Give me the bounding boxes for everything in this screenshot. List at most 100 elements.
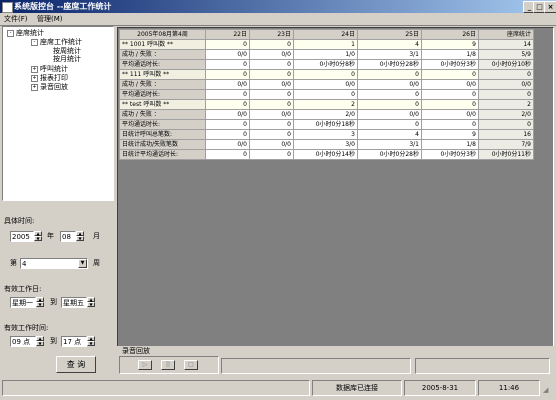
month-spinner[interactable]: ▲ ▼ (76, 231, 84, 242)
tree-node-weekly[interactable]: 按周统计 (53, 47, 81, 55)
table-cell[interactable]: 1 (293, 39, 358, 50)
play-icon[interactable]: ▷ (138, 360, 152, 370)
table-cell[interactable]: 0 (205, 39, 250, 50)
table-cell[interactable]: 0 (205, 99, 250, 110)
table-cell[interactable]: 16 (478, 129, 534, 140)
table-row[interactable]: 成功 / 失败 ： 0/0 0/0 2/0 0/0 0/0 2/0 (119, 109, 534, 120)
table-cell[interactable]: 0 (421, 99, 479, 110)
table-cell[interactable]: 2/0 (293, 109, 358, 120)
down-arrow-icon[interactable]: ▼ (87, 341, 95, 346)
table-cell[interactable]: 0/0 (421, 109, 479, 120)
table-cell[interactable]: 0 (421, 89, 479, 100)
table-cell[interactable]: 0 (357, 69, 422, 80)
table-cell[interactable]: 0 (249, 129, 294, 140)
down-arrow-icon[interactable]: ▼ (34, 236, 42, 241)
stats-grid[interactable]: 2005年08月第4周 22日 23日 24日 25日 26日 座席统计 ** 1001 呼叫… (117, 27, 554, 364)
workday-to-spinner[interactable]: ▲ ▼ (87, 297, 95, 308)
tree-node-agent-work[interactable]: - 座席工作统计 (31, 38, 82, 46)
table-cell[interactable]: 0 (205, 119, 250, 130)
table-cell[interactable]: 0/0 (357, 79, 422, 90)
table-cell[interactable]: 0 (249, 89, 294, 100)
workday-from-field[interactable]: 星期一 (10, 297, 36, 308)
table-cell[interactable]: 0小时0分8秒 (293, 59, 358, 70)
table-cell[interactable]: 0 (249, 149, 294, 160)
table-cell[interactable]: 1/8 (421, 49, 479, 60)
row-label[interactable]: 成功 / 失败 ： (119, 109, 206, 120)
table-cell[interactable]: 0 (357, 99, 422, 110)
table-cell[interactable]: 0小时0分14秒 (293, 149, 358, 160)
tree-node-report-print[interactable]: + 报表打印 (31, 74, 68, 82)
tree-node-monthly[interactable]: 按月统计 (53, 55, 81, 63)
table-cell[interactable]: 0/0 (249, 49, 294, 60)
table-cell[interactable]: 9 (421, 129, 479, 140)
close-button[interactable]: × (544, 1, 556, 13)
tree-root[interactable]: - 座席统计 (7, 29, 44, 37)
table-cell[interactable]: 0 (421, 119, 479, 130)
collapse-icon[interactable]: - (7, 29, 14, 37)
collapse-icon[interactable]: - (31, 38, 38, 46)
table-cell[interactable]: 0 (478, 69, 534, 80)
table-cell[interactable]: 0 (249, 59, 294, 70)
table-cell[interactable]: 5/9 (478, 49, 534, 60)
column-header[interactable]: 2005年08月第4周 (119, 29, 206, 40)
pause-icon[interactable]: || (161, 360, 175, 370)
table-cell[interactable]: 0小时0分28秒 (357, 149, 422, 160)
down-arrow-icon[interactable]: ▼ (36, 341, 44, 346)
row-label[interactable]: 平均通话时长: (119, 89, 206, 100)
row-label[interactable]: ** 1001 呼叫数 ** (119, 39, 206, 50)
table-cell[interactable]: 0/0 (205, 109, 250, 120)
menu-manage[interactable]: 管理(M) (37, 14, 63, 24)
table-cell[interactable]: 2 (478, 99, 534, 110)
table-cell[interactable]: 0 (357, 89, 422, 100)
table-cell[interactable]: 0/0 (249, 79, 294, 90)
table-row[interactable]: ** 1001 呼叫数 ** 0 0 1 4 9 14 (119, 39, 534, 50)
table-cell[interactable]: 0 (293, 89, 358, 100)
table-row[interactable]: 日统计呼叫总笔数: 0 0 3 4 9 16 (119, 129, 534, 140)
table-cell[interactable]: 0 (249, 119, 294, 130)
table-cell[interactable]: 3/1 (357, 139, 422, 150)
year-field[interactable]: 2005 (10, 231, 34, 242)
table-cell[interactable]: 0 (478, 119, 534, 130)
table-cell[interactable]: 0/0 (293, 79, 358, 90)
table-cell[interactable]: 0/0 (205, 79, 250, 90)
table-cell[interactable]: 1/8 (421, 139, 479, 150)
chevron-down-icon[interactable]: ▼ (78, 259, 87, 268)
table-cell[interactable]: 0小时0分18秒 (293, 119, 358, 130)
tree-node-recording[interactable]: + 录音回放 (31, 83, 68, 91)
column-header[interactable]: 24日 (293, 29, 358, 40)
expand-icon[interactable]: + (31, 65, 38, 73)
workday-from-spinner[interactable]: ▲ ▼ (36, 297, 44, 308)
row-label[interactable]: ** 111 呼叫数 ** (119, 69, 206, 80)
resize-grip-icon[interactable]: ◢ (543, 386, 553, 396)
table-cell[interactable]: 0小时0分10秒 (478, 59, 534, 70)
table-row[interactable]: 日统计平均通话时长: 0 0 0小时0分14秒 0小时0分28秒 0小时0分3秒 0小时0分… (119, 149, 534, 160)
table-cell[interactable]: 0/0 (421, 79, 479, 90)
table-cell[interactable]: 0 (205, 129, 250, 140)
expand-icon[interactable]: + (31, 83, 38, 91)
table-cell[interactable]: 0小时0分3秒 (421, 59, 479, 70)
year-spinner[interactable]: ▲ ▼ (34, 231, 42, 242)
table-header-row[interactable]: 2005年08月第4周 22日 23日 24日 25日 26日 座席统计 (119, 29, 534, 40)
table-cell[interactable]: 0 (478, 89, 534, 100)
table-cell[interactable]: 0/0 (249, 109, 294, 120)
hour-to-spinner[interactable]: ▲ ▼ (87, 336, 95, 347)
table-cell[interactable]: 3/1 (357, 49, 422, 60)
row-label[interactable]: 平均通话时长: (119, 59, 206, 70)
table-cell[interactable]: 3/0 (293, 139, 358, 150)
table-cell[interactable]: 0 (249, 69, 294, 80)
table-cell[interactable]: 0 (205, 149, 250, 160)
row-label[interactable]: 日统计平均通话时长: (119, 149, 206, 160)
tree-node-calls[interactable]: + 呼叫统计 (31, 65, 68, 73)
table-cell[interactable]: 0/0 (205, 139, 250, 150)
table-cell[interactable]: 4 (357, 129, 422, 140)
table-cell[interactable]: 0 (249, 99, 294, 110)
table-cell[interactable]: 0/0 (205, 49, 250, 60)
table-cell[interactable]: 1/0 (293, 49, 358, 60)
stop-icon[interactable]: □ (184, 360, 198, 370)
table-cell[interactable]: 2 (293, 99, 358, 110)
column-header[interactable]: 25日 (357, 29, 422, 40)
table-row[interactable]: 平均通话时长: 0 0 0小时0分8秒 0小时0分28秒 0小时0分3秒 0小时0分10秒 (119, 59, 534, 70)
table-cell[interactable]: 0 (205, 59, 250, 70)
month-field[interactable]: 08 (60, 231, 76, 242)
table-cell[interactable]: 0 (421, 69, 479, 80)
